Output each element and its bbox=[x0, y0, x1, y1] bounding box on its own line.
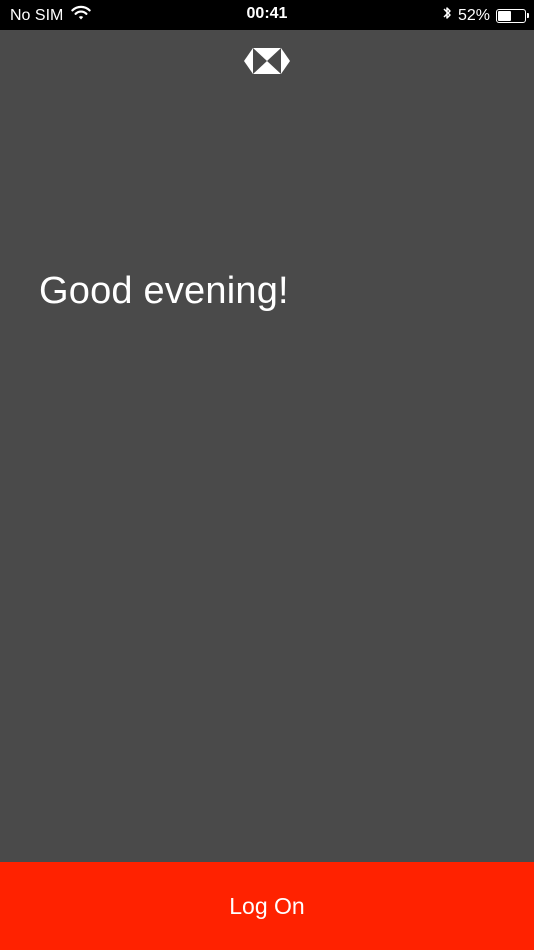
status-right: 52% bbox=[442, 5, 529, 26]
hexagon-logo bbox=[244, 48, 290, 74]
battery-icon bbox=[496, 8, 529, 23]
battery-fill bbox=[498, 10, 511, 21]
status-bar: No SIM 00:41 52% bbox=[0, 0, 534, 30]
bluetooth-icon bbox=[442, 5, 452, 26]
battery-tip bbox=[527, 12, 529, 18]
app-screen: No SIM 00:41 52% Good evening! Log On bbox=[0, 0, 534, 950]
battery-percent: 52% bbox=[457, 6, 490, 24]
log-on-button[interactable]: Log On bbox=[0, 862, 534, 950]
greeting-text: Good evening! bbox=[39, 270, 289, 312]
